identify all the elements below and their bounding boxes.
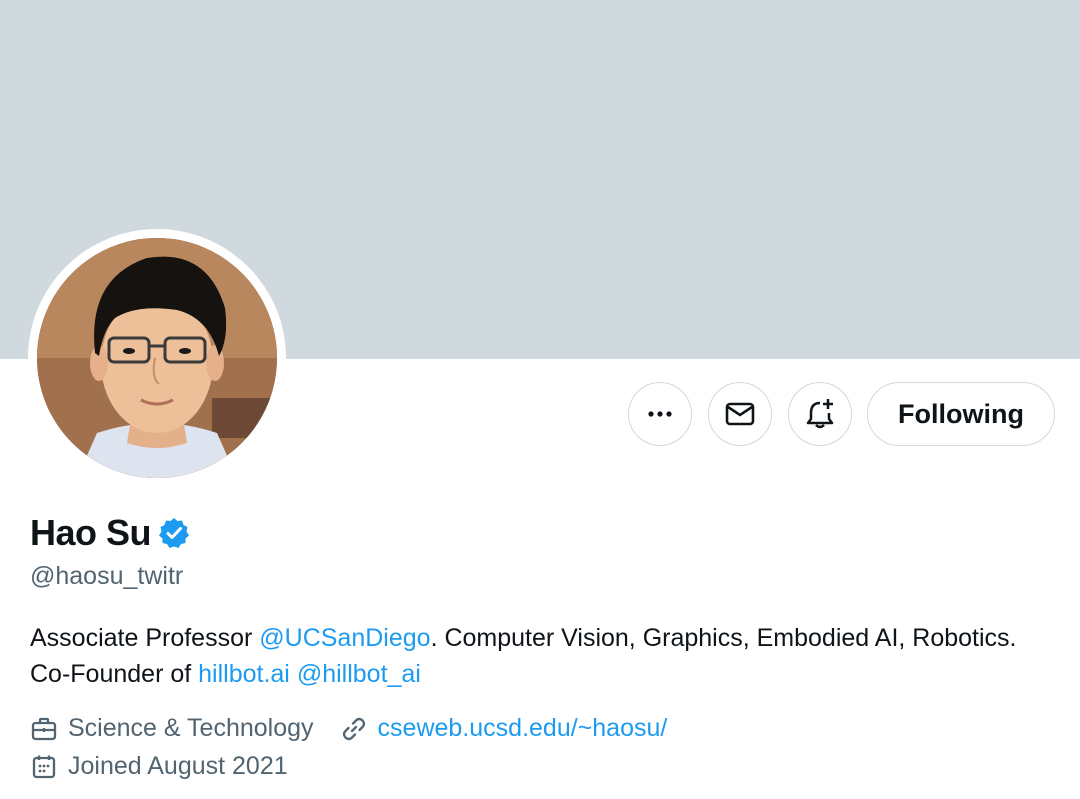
following-button[interactable]: Following — [867, 382, 1055, 446]
message-button[interactable] — [708, 382, 772, 446]
avatar-photo — [37, 238, 277, 478]
bio-mention-ucsandiego[interactable]: @UCSanDiego — [259, 624, 430, 652]
profile-page: Following Hao Su @haosu_twitr Associate … — [0, 0, 1080, 799]
more-icon — [648, 411, 672, 417]
verified-badge-icon[interactable] — [157, 516, 191, 550]
joined-date: Joined August 2021 — [68, 752, 288, 780]
bio-text — [290, 660, 297, 688]
bio-link-hillbot[interactable]: hillbot.ai — [198, 660, 290, 688]
calendar-icon — [30, 753, 58, 781]
briefcase-icon — [30, 715, 58, 743]
bio-text: Associate Professor — [30, 624, 260, 652]
notification-bell-icon — [806, 399, 834, 429]
message-icon — [725, 402, 755, 426]
category-item: Science & Technology — [30, 714, 314, 743]
display-name: Hao Su — [30, 512, 152, 553]
notifications-button[interactable] — [788, 382, 852, 446]
bio-mention-hillbot[interactable]: @hillbot_ai — [297, 660, 421, 688]
link-icon — [340, 715, 368, 743]
joined-item: Joined August 2021 — [30, 752, 288, 781]
user-handle: @haosu_twitr — [30, 562, 184, 590]
profile-meta-row: Science & Technology cseweb.ucsd.edu/~ha… — [30, 714, 667, 743]
name-row: Hao Su — [30, 512, 191, 554]
website-item[interactable]: cseweb.ucsd.edu/~haosu/ — [340, 714, 668, 743]
category-label: Science & Technology — [68, 714, 314, 742]
website-link[interactable]: cseweb.ucsd.edu/~haosu/ — [378, 714, 668, 743]
more-options-button[interactable] — [628, 382, 692, 446]
avatar[interactable] — [37, 238, 277, 478]
profile-bio: Associate Professor @UCSanDiego. Compute… — [30, 620, 1050, 692]
joined-row: Joined August 2021 — [30, 752, 288, 781]
